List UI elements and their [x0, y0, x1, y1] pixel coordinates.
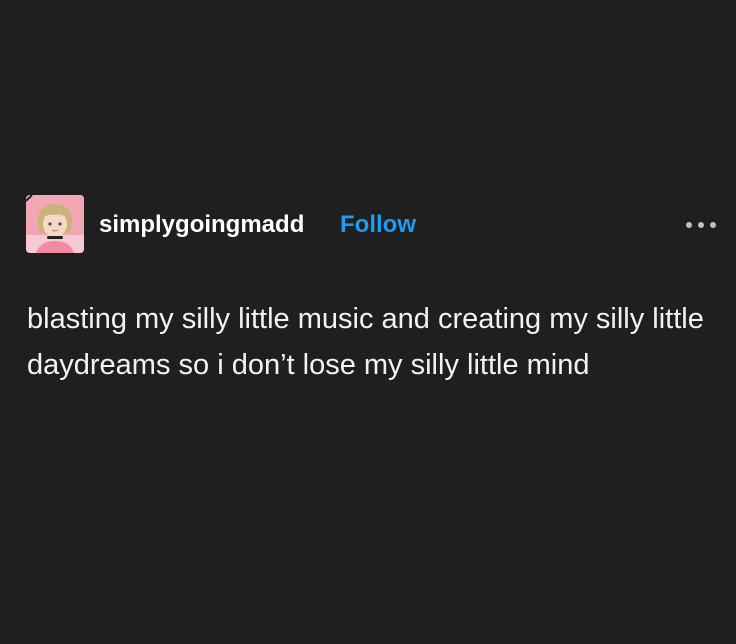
- username[interactable]: simplygoingmadd: [99, 210, 304, 240]
- avatar[interactable]: [26, 195, 84, 253]
- follow-button[interactable]: Follow: [340, 210, 416, 240]
- dot: [686, 222, 692, 228]
- post-text: blasting my silly little music and creat…: [27, 303, 704, 381]
- post-header: simplygoingmadd Follow: [26, 195, 716, 255]
- anime-avatar-icon: [26, 195, 84, 253]
- post-card: simplygoingmadd Follow blasting my silly…: [0, 0, 736, 644]
- more-dots-icon[interactable]: [686, 219, 716, 231]
- dot: [698, 222, 704, 228]
- dot: [710, 222, 716, 228]
